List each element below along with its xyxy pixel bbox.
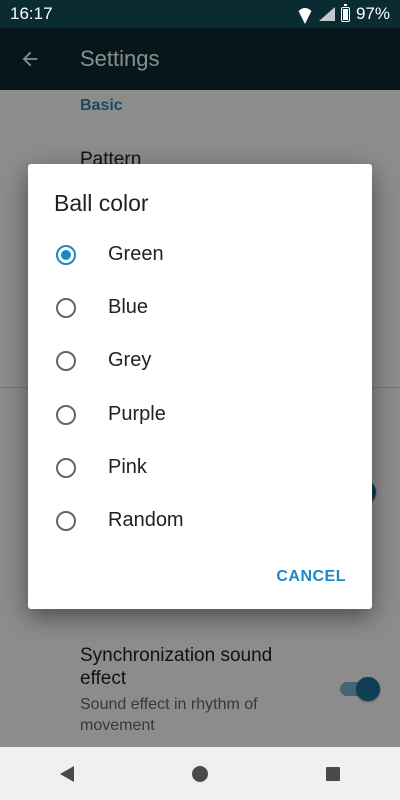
- square-recents-icon: [326, 766, 341, 781]
- option-label: Blue: [108, 296, 149, 318]
- navigation-bar: [0, 747, 400, 800]
- option-blue[interactable]: Blue: [28, 281, 372, 334]
- circle-home-icon: [191, 765, 208, 782]
- dialog-title: Ball color: [54, 190, 149, 216]
- option-label: Random: [108, 509, 184, 531]
- status-icons: 97%: [297, 3, 390, 24]
- nav-home-button[interactable]: [180, 754, 220, 794]
- radio-button[interactable]: [56, 510, 76, 531]
- option-label: Purple: [108, 403, 166, 425]
- option-label: Grey: [108, 349, 152, 371]
- option-label: Green: [108, 243, 164, 265]
- battery-percent: 97%: [355, 4, 390, 23]
- battery-icon: [340, 3, 350, 22]
- cancel-button[interactable]: CANCEL: [270, 564, 352, 590]
- radio-button-checked[interactable]: [56, 244, 76, 265]
- option-purple[interactable]: Purple: [28, 388, 372, 441]
- nav-recents-button[interactable]: [313, 754, 353, 794]
- radio-button[interactable]: [56, 350, 76, 371]
- radio-button[interactable]: [56, 457, 76, 478]
- option-grey[interactable]: Grey: [28, 334, 372, 387]
- option-pink[interactable]: Pink: [28, 441, 372, 494]
- option-label: Pink: [108, 456, 147, 478]
- status-bar: 16:17 97%: [0, 0, 400, 28]
- radio-button[interactable]: [56, 404, 76, 425]
- status-time: 16:17: [10, 4, 53, 23]
- triangle-back-icon: [59, 765, 74, 782]
- ball-color-dialog: Ball color Green Blue Grey Purple Pink R…: [28, 164, 372, 609]
- nav-back-button[interactable]: [47, 754, 87, 794]
- wifi-icon: [297, 8, 313, 20]
- option-green[interactable]: Green: [28, 228, 372, 281]
- radio-button[interactable]: [56, 297, 76, 318]
- signal-icon: [318, 7, 335, 21]
- option-random[interactable]: Random: [28, 494, 372, 547]
